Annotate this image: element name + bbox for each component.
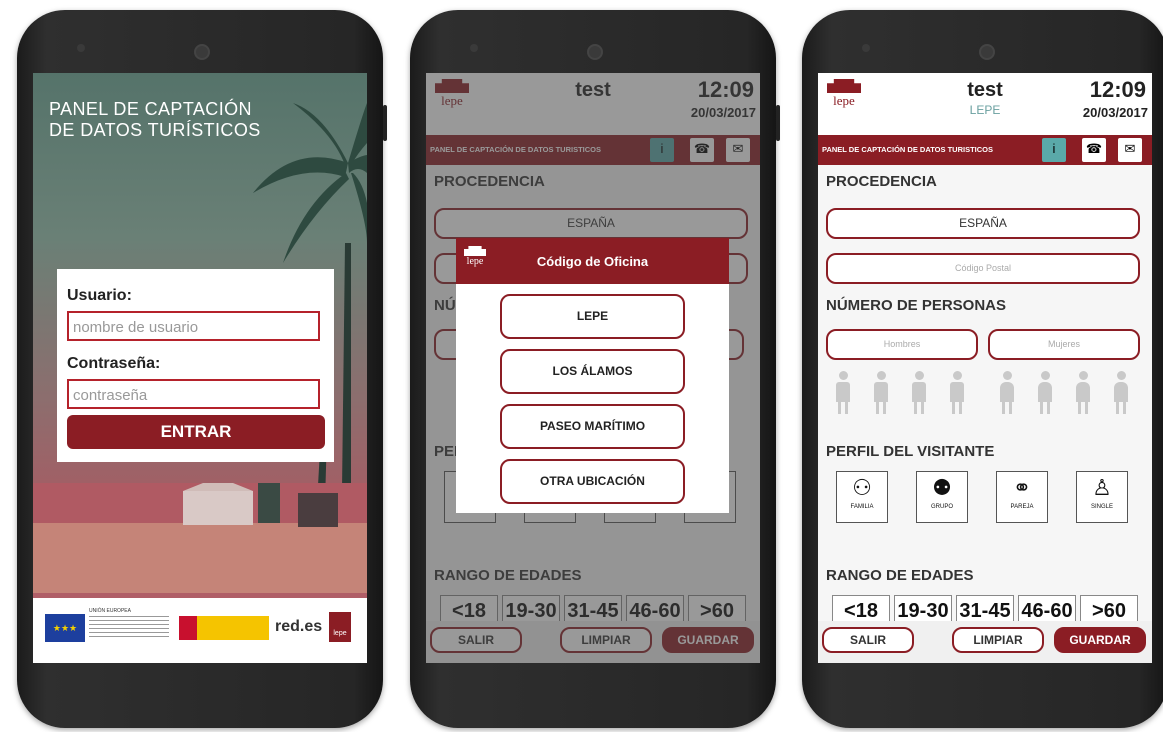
woman-icon[interactable] bbox=[1076, 371, 1090, 417]
profile-heading: PERFIL DEL VISITANTE bbox=[826, 443, 995, 460]
login-form: Usuario: nombre de usuario Contraseña: c… bbox=[57, 269, 334, 462]
family-icon: ⚇ bbox=[852, 475, 872, 500]
user-label: Usuario: bbox=[67, 287, 132, 304]
eu-text-lines bbox=[89, 616, 169, 640]
exit-button[interactable]: SALIR bbox=[822, 627, 914, 653]
profile-label: FAMILIA bbox=[850, 504, 874, 510]
eu-flag-icon: ★★★ bbox=[45, 614, 85, 642]
speaker bbox=[77, 44, 85, 52]
info-icon[interactable]: i bbox=[1042, 138, 1066, 162]
beach-image bbox=[33, 483, 367, 593]
camera bbox=[194, 44, 210, 60]
country-field[interactable]: ESPAÑA bbox=[826, 208, 1140, 239]
postal-code-input[interactable]: Código Postal bbox=[826, 253, 1140, 284]
phone-office-dialog: lepe test 12:09 20/03/2017 PANEL DE CAPT… bbox=[410, 10, 780, 728]
man-icon[interactable] bbox=[950, 371, 964, 417]
office-option-other[interactable]: OTRA UBICACIÓN bbox=[500, 459, 685, 504]
ages-section: RANGO DE EDADES <18 19-30 31-45 46-60 >6… bbox=[818, 559, 1152, 625]
woman-icon[interactable] bbox=[1114, 371, 1128, 417]
man-icon[interactable] bbox=[836, 371, 850, 417]
man-icon[interactable] bbox=[874, 371, 888, 417]
origin-heading: PROCEDENCIA bbox=[826, 173, 937, 190]
office-option-lepe[interactable]: LEPE bbox=[500, 294, 685, 339]
office-option-paseo-maritimo[interactable]: PASEO MARÍTIMO bbox=[500, 404, 685, 449]
couple-icon: ⚭ bbox=[1012, 475, 1032, 500]
side-button bbox=[383, 105, 387, 141]
password-input[interactable]: contraseña bbox=[67, 379, 320, 409]
woman-icon[interactable] bbox=[1038, 371, 1052, 417]
mail-icon[interactable]: ✉ bbox=[1118, 138, 1142, 162]
form-screen: lepe test LEPE 12:09 20/03/2017 PANEL DE… bbox=[818, 73, 1152, 663]
profile-couple[interactable]: ⚭ PAREJA bbox=[996, 471, 1048, 523]
side-button bbox=[776, 105, 780, 141]
profile-single[interactable]: ♙ SINGLE bbox=[1076, 471, 1128, 523]
man-icon[interactable] bbox=[912, 371, 926, 417]
profile-family[interactable]: ⚇ FAMILIA bbox=[836, 471, 888, 523]
men-input[interactable]: Hombres bbox=[826, 329, 978, 360]
people-section: NÚMERO DE PERSONAS Hombres Mujeres bbox=[818, 289, 1152, 436]
bar-title: PANEL DE CAPTACIÓN DE DATOS TURISTICOS bbox=[822, 145, 993, 154]
sponsor-logos: ★★★ UNIÓN EUROPEA red.es lepe bbox=[33, 598, 367, 663]
heading-line-2: DE DATOS TURÍSTICOS bbox=[49, 120, 261, 140]
people-heading: NÚMERO DE PERSONAS bbox=[826, 297, 1007, 314]
eu-label: UNIÓN EUROPEA bbox=[89, 608, 131, 614]
phone-form: lepe test LEPE 12:09 20/03/2017 PANEL DE… bbox=[802, 10, 1163, 728]
clock: 12:09 bbox=[1089, 77, 1146, 102]
office-code-dialog: lepe Código de Oficina LEPE LOS ÁLAMOS P… bbox=[456, 238, 729, 513]
origin-section: PROCEDENCIA ESPAÑA Código Postal bbox=[818, 165, 1152, 290]
ages-heading: RANGO DE EDADES bbox=[826, 567, 974, 584]
enter-button[interactable]: ENTRAR bbox=[67, 415, 325, 449]
profile-group[interactable]: ⚉ GRUPO bbox=[916, 471, 968, 523]
camera bbox=[979, 44, 995, 60]
speaker bbox=[470, 44, 478, 52]
app-heading: PANEL DE CAPTACIÓN DE DATOS TURÍSTICOS bbox=[49, 99, 261, 141]
woman-icon[interactable] bbox=[1000, 371, 1014, 417]
women-input[interactable]: Mujeres bbox=[988, 329, 1140, 360]
spain-gov-logo bbox=[179, 616, 269, 640]
redes-logo: red.es bbox=[275, 618, 323, 635]
password-label: Contraseña: bbox=[67, 355, 161, 372]
dialog-header: lepe Código de Oficina bbox=[456, 238, 729, 284]
profile-section: PERFIL DEL VISITANTE ⚇ FAMILIA ⚉ GRUPO ⚭ PA… bbox=[818, 435, 1152, 560]
date: 20/03/2017 bbox=[1082, 105, 1148, 120]
office-option-los-alamos[interactable]: LOS ÁLAMOS bbox=[500, 349, 685, 394]
phone-icon[interactable]: ☎ bbox=[1082, 138, 1106, 162]
clear-button[interactable]: LIMPIAR bbox=[952, 627, 1044, 653]
speaker bbox=[862, 44, 870, 52]
profile-label: SINGLE bbox=[1090, 504, 1113, 510]
office-screen: lepe test 12:09 20/03/2017 PANEL DE CAPT… bbox=[426, 73, 760, 663]
app-header: lepe test LEPE 12:09 20/03/2017 bbox=[818, 73, 1152, 137]
lepe-logo: lepe bbox=[329, 612, 351, 642]
profile-label: PAREJA bbox=[1010, 504, 1034, 510]
group-icon: ⚉ bbox=[932, 475, 952, 500]
title-bar: PANEL DE CAPTACIÓN DE DATOS TURISTICOS i… bbox=[818, 135, 1152, 165]
save-button[interactable]: GUARDAR bbox=[1054, 627, 1146, 653]
username-input[interactable]: nombre de usuario bbox=[67, 311, 320, 341]
action-bar: SALIR LIMPIAR GUARDAR bbox=[818, 621, 1152, 663]
heading-line-1: PANEL DE CAPTACIÓN bbox=[49, 99, 252, 119]
single-icon: ♙ bbox=[1092, 475, 1112, 500]
dialog-title: Código de Oficina bbox=[536, 254, 649, 269]
profile-label: GRUPO bbox=[930, 504, 953, 510]
phone-login: PANEL DE CAPTACIÓN DE DATOS TURÍSTICOS U… bbox=[17, 10, 387, 728]
camera bbox=[587, 44, 603, 60]
login-screen: PANEL DE CAPTACIÓN DE DATOS TURÍSTICOS U… bbox=[33, 73, 367, 663]
